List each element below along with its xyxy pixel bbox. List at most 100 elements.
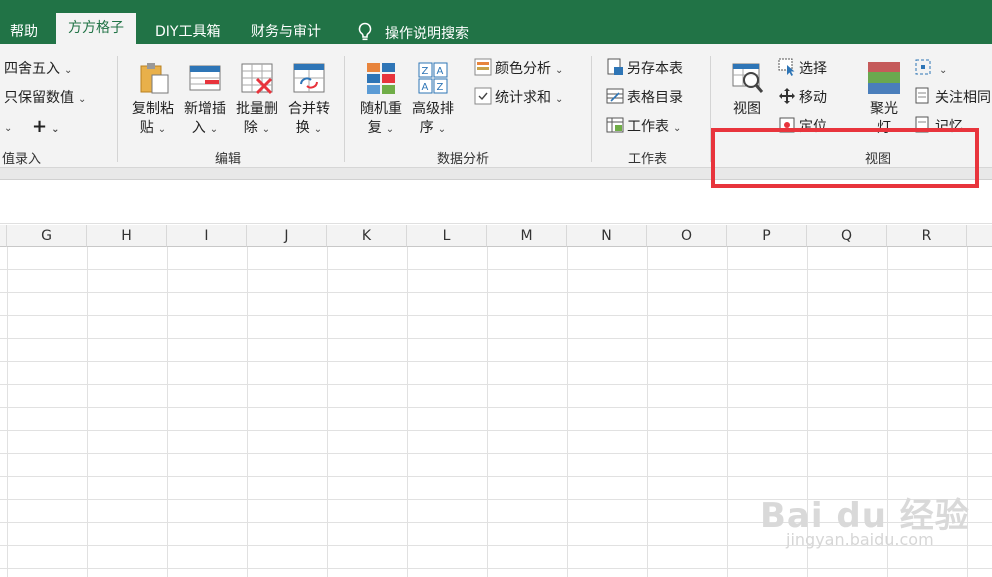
merge-convert-label-1: 合并转: [288, 101, 330, 117]
column-header-n[interactable]: N: [567, 225, 647, 247]
chevron-down-icon: ⌄: [673, 123, 682, 134]
worksheet-button[interactable]: 工作表 ⌄: [606, 116, 681, 138]
column-header-p[interactable]: P: [727, 225, 807, 247]
dashed-selection-icon: [915, 59, 931, 75]
svg-text:Z: Z: [437, 82, 444, 93]
save-as-sheet-label: 另存本表: [627, 61, 683, 77]
follow-same-button[interactable]: 关注相同: [914, 87, 991, 109]
random-duplicate-button[interactable]: 随机重 复 ⌄: [354, 60, 408, 139]
column-header-partial[interactable]: [0, 225, 7, 247]
group-divider: [344, 56, 345, 162]
random-duplicate-label-1: 随机重: [360, 101, 402, 117]
copy-paste-button[interactable]: 复制粘 贴 ⌄: [126, 60, 180, 139]
table-index-label: 表格目录: [627, 90, 683, 106]
table-index-button[interactable]: 表格目录: [606, 87, 683, 109]
column-header-k[interactable]: K: [327, 225, 407, 247]
chevron-down-icon: ⌄: [51, 124, 60, 135]
tell-me-search[interactable]: 操作说明搜索: [357, 22, 469, 43]
copy-paste-label-1: 复制粘: [132, 101, 174, 117]
tab-fangfang[interactable]: 方方格子: [56, 13, 136, 44]
ribbon-tab-bar: 帮助 方方格子 DIY工具箱 财务与审计 操作说明搜索: [0, 0, 992, 44]
keep-value-button[interactable]: 只保留数值 ⌄: [4, 87, 86, 109]
spotlight-button[interactable]: 聚光 灯: [858, 60, 910, 138]
color-analysis-label: 颜色分析: [495, 61, 551, 77]
select-button[interactable]: 选择: [778, 58, 827, 80]
chevron-down-icon: ⌄: [78, 94, 87, 105]
round-button[interactable]: 四舍五入 ⌄: [4, 58, 72, 80]
merge-convert-button[interactable]: 合并转 换 ⌄: [282, 60, 336, 139]
view-button[interactable]: 视图: [722, 60, 772, 119]
batch-delete-label-1: 批量删: [236, 101, 278, 117]
baidu-jingyan-url: jingyan.baidu.com: [786, 530, 934, 549]
stat-sum-button[interactable]: 统计求和 ⌄: [474, 87, 563, 109]
follow-same-label: 关注相同: [935, 90, 991, 106]
worksheet-icon: [606, 117, 624, 133]
color-analysis-button[interactable]: 颜色分析 ⌄: [474, 58, 563, 80]
move-arrows-icon: [779, 88, 795, 104]
plus-label: +: [32, 116, 48, 137]
keep-value-label: 只保留数值: [4, 90, 74, 106]
svg-text:A: A: [422, 82, 429, 93]
chevron-down-icon: ⌄: [939, 65, 948, 76]
insert-row-icon: [189, 65, 221, 91]
column-header-partial-right[interactable]: [967, 225, 992, 247]
sort-az-icon: Z A A Z: [418, 62, 448, 94]
select-cursor-icon: [778, 58, 795, 76]
svg-text:A: A: [437, 66, 444, 77]
merge-convert-label-2: 换: [295, 120, 310, 136]
random-duplicate-label-2: 复: [367, 120, 382, 136]
batch-delete-label-2: 除: [243, 120, 258, 136]
group-label-worksheet: 工作表: [628, 152, 668, 167]
column-header-g[interactable]: G: [7, 225, 87, 247]
chevron-down-icon: ⌄: [555, 65, 564, 76]
view-magnifier-icon: [732, 63, 764, 93]
column-header-q[interactable]: Q: [807, 225, 887, 247]
column-header-r[interactable]: R: [887, 225, 967, 247]
lightbulb-icon: [358, 22, 372, 41]
column-header-h[interactable]: H: [87, 225, 167, 247]
column-header-j[interactable]: J: [247, 225, 327, 247]
advanced-sort-button[interactable]: Z A A Z 高级排 序 ⌄: [406, 60, 460, 139]
chevron-down-icon: ⌄: [4, 123, 13, 134]
tell-me-label: 操作说明搜索: [385, 26, 469, 42]
color-analysis-icon: [474, 58, 492, 76]
column-header-l[interactable]: L: [407, 225, 487, 247]
insert-button[interactable]: 新增插 入 ⌄: [178, 60, 232, 139]
spotlight-label-1: 聚光: [870, 101, 898, 117]
advanced-sort-label-2: 序: [419, 120, 434, 136]
stat-sum-icon: [474, 87, 492, 105]
plus-button[interactable]: + ⌄: [32, 116, 59, 138]
insert-label-2: 入: [191, 120, 206, 136]
stat-sum-label: 统计求和: [495, 90, 551, 106]
round-label: 四舍五入: [4, 61, 60, 77]
worksheet-label: 工作表: [627, 119, 669, 135]
save-sheet-icon: [607, 58, 623, 75]
insert-label-1: 新增插: [184, 101, 226, 117]
annotation-highlight-box: [711, 128, 979, 188]
clipboard-icon: [140, 63, 169, 94]
column-header-m[interactable]: M: [487, 225, 567, 247]
move-button[interactable]: 移动: [778, 87, 827, 109]
group-label-data-analysis: 数据分析: [437, 152, 490, 167]
spotlight-icon: [868, 62, 900, 94]
move-label: 移动: [799, 90, 827, 106]
chevron-down-icon: ⌄: [555, 94, 564, 105]
table-index-icon: [606, 88, 624, 104]
group-divider: [117, 56, 118, 162]
left-dropdown[interactable]: ⌄: [4, 116, 12, 138]
merge-convert-icon: [293, 63, 325, 93]
column-header-i[interactable]: I: [167, 225, 247, 247]
color-blocks-icon: [367, 63, 395, 94]
follow-same-icon: [915, 87, 929, 104]
save-as-sheet-button[interactable]: 另存本表: [606, 58, 683, 80]
group-label-value-entry: 值录入: [2, 152, 42, 167]
chevron-down-icon: ⌄: [64, 65, 73, 76]
group-divider: [591, 56, 592, 162]
column-header-o[interactable]: O: [647, 225, 727, 247]
svg-text:Z: Z: [422, 66, 429, 77]
copy-paste-label-2: 贴: [139, 120, 154, 136]
delete-grid-icon: [241, 63, 273, 95]
select-label: 选择: [799, 61, 827, 77]
view-extra-dropdown[interactable]: ⌄: [914, 58, 947, 80]
batch-delete-button[interactable]: 批量删 除 ⌄: [230, 60, 284, 139]
